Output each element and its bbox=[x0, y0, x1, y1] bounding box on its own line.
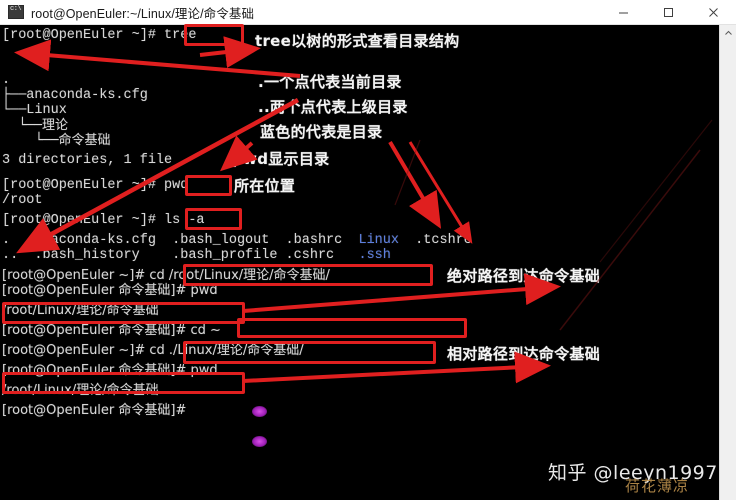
terminal-line: ├──anaconda-ks.cfg bbox=[2, 88, 148, 103]
window-title: root@OpenEuler:~/Linux/理论/命令基础 bbox=[31, 6, 255, 21]
terminal-line: . anaconda-ks.cfg .bash_logout .bashrc L… bbox=[2, 233, 472, 248]
maximize-button[interactable] bbox=[646, 0, 691, 25]
terminal-line: └──理论 bbox=[2, 118, 69, 133]
terminal-line: └──Linux bbox=[2, 103, 67, 118]
terminal-line: [root@OpenEuler 命令基础]# pwd bbox=[2, 283, 218, 298]
annotation-single-dot: .一个点代表当前目录 bbox=[258, 73, 402, 91]
annotation-blue-dir: 蓝色的代表是目录 bbox=[260, 123, 383, 141]
terminal-line: [root@OpenEuler ~]# cd /root/Linux/理论/命令… bbox=[2, 268, 330, 283]
scrollbar-thumb[interactable] bbox=[720, 42, 736, 162]
terminal-line: .. .bash_history .bash_profile .cshrc .s… bbox=[2, 248, 391, 263]
ls-row1-plain: . anaconda-ks.cfg .bash_logout .bashrc bbox=[2, 233, 359, 248]
terminal-line: 3 directories, 1 file bbox=[2, 153, 173, 168]
annotation-relative-path: 相对路径到达命令基础 bbox=[447, 345, 601, 363]
terminal-line: [root@OpenEuler ~]# pwd bbox=[2, 178, 189, 193]
terminal-line: [root@OpenEuler ~]# cd ./Linux/理论/命令基础/ bbox=[2, 343, 304, 358]
terminal-line: [root@OpenEuler ~]# ls -a bbox=[2, 213, 205, 228]
annotation-absolute-path: 绝对路径到达命令基础 bbox=[447, 267, 601, 285]
console-icon bbox=[8, 5, 24, 19]
terminal-line: /root/Linux/理论/命令基础 bbox=[2, 303, 159, 318]
terminal-line: [root@OpenEuler 命令基础]# pwd bbox=[2, 363, 218, 378]
scroll-up-arrow-icon[interactable] bbox=[720, 25, 736, 42]
terminal-line: [root@OpenEuler 命令基础]# bbox=[2, 403, 191, 418]
terminal-line: └──命令基础 bbox=[2, 133, 111, 148]
terminal-line: [root@OpenEuler 命令基础]# cd ~ bbox=[2, 323, 221, 338]
annotation-pwd-line2: 所在位置 bbox=[234, 177, 296, 195]
ls-dir-ssh: .ssh bbox=[358, 248, 391, 263]
ls-row1-tail: .tcshrc bbox=[398, 233, 472, 248]
annotation-pwd-line1: pwd显示目录 bbox=[232, 150, 330, 168]
terminal-line: . bbox=[2, 73, 11, 88]
terminal-line: [root@OpenEuler ~]# tree bbox=[2, 28, 197, 43]
ls-row2-plain: .. .bash_history .bash_profile .cshrc bbox=[2, 248, 359, 263]
annotation-double-dot: ..两个点代表上级目录 bbox=[258, 98, 408, 116]
watermark-subtext: 荷花薄凉 bbox=[625, 477, 690, 495]
title-bar[interactable]: root@OpenEuler:~/Linux/理论/命令基础 bbox=[0, 0, 736, 25]
terminal-window: root@OpenEuler:~/Linux/理论/命令基础 [root@Ope… bbox=[0, 0, 736, 500]
ls-dir-linux: Linux bbox=[358, 233, 399, 248]
vertical-scrollbar[interactable] bbox=[719, 25, 736, 500]
close-button[interactable] bbox=[691, 0, 736, 25]
annotation-tree: tree以树的形式查看目录结构 bbox=[255, 32, 460, 50]
cursor-blob bbox=[252, 436, 267, 447]
terminal-line: /root/Linux/理论/命令基础 bbox=[2, 383, 159, 398]
cursor-blob bbox=[252, 406, 267, 417]
terminal-line: /root bbox=[2, 193, 43, 208]
minimize-button[interactable] bbox=[601, 0, 646, 25]
